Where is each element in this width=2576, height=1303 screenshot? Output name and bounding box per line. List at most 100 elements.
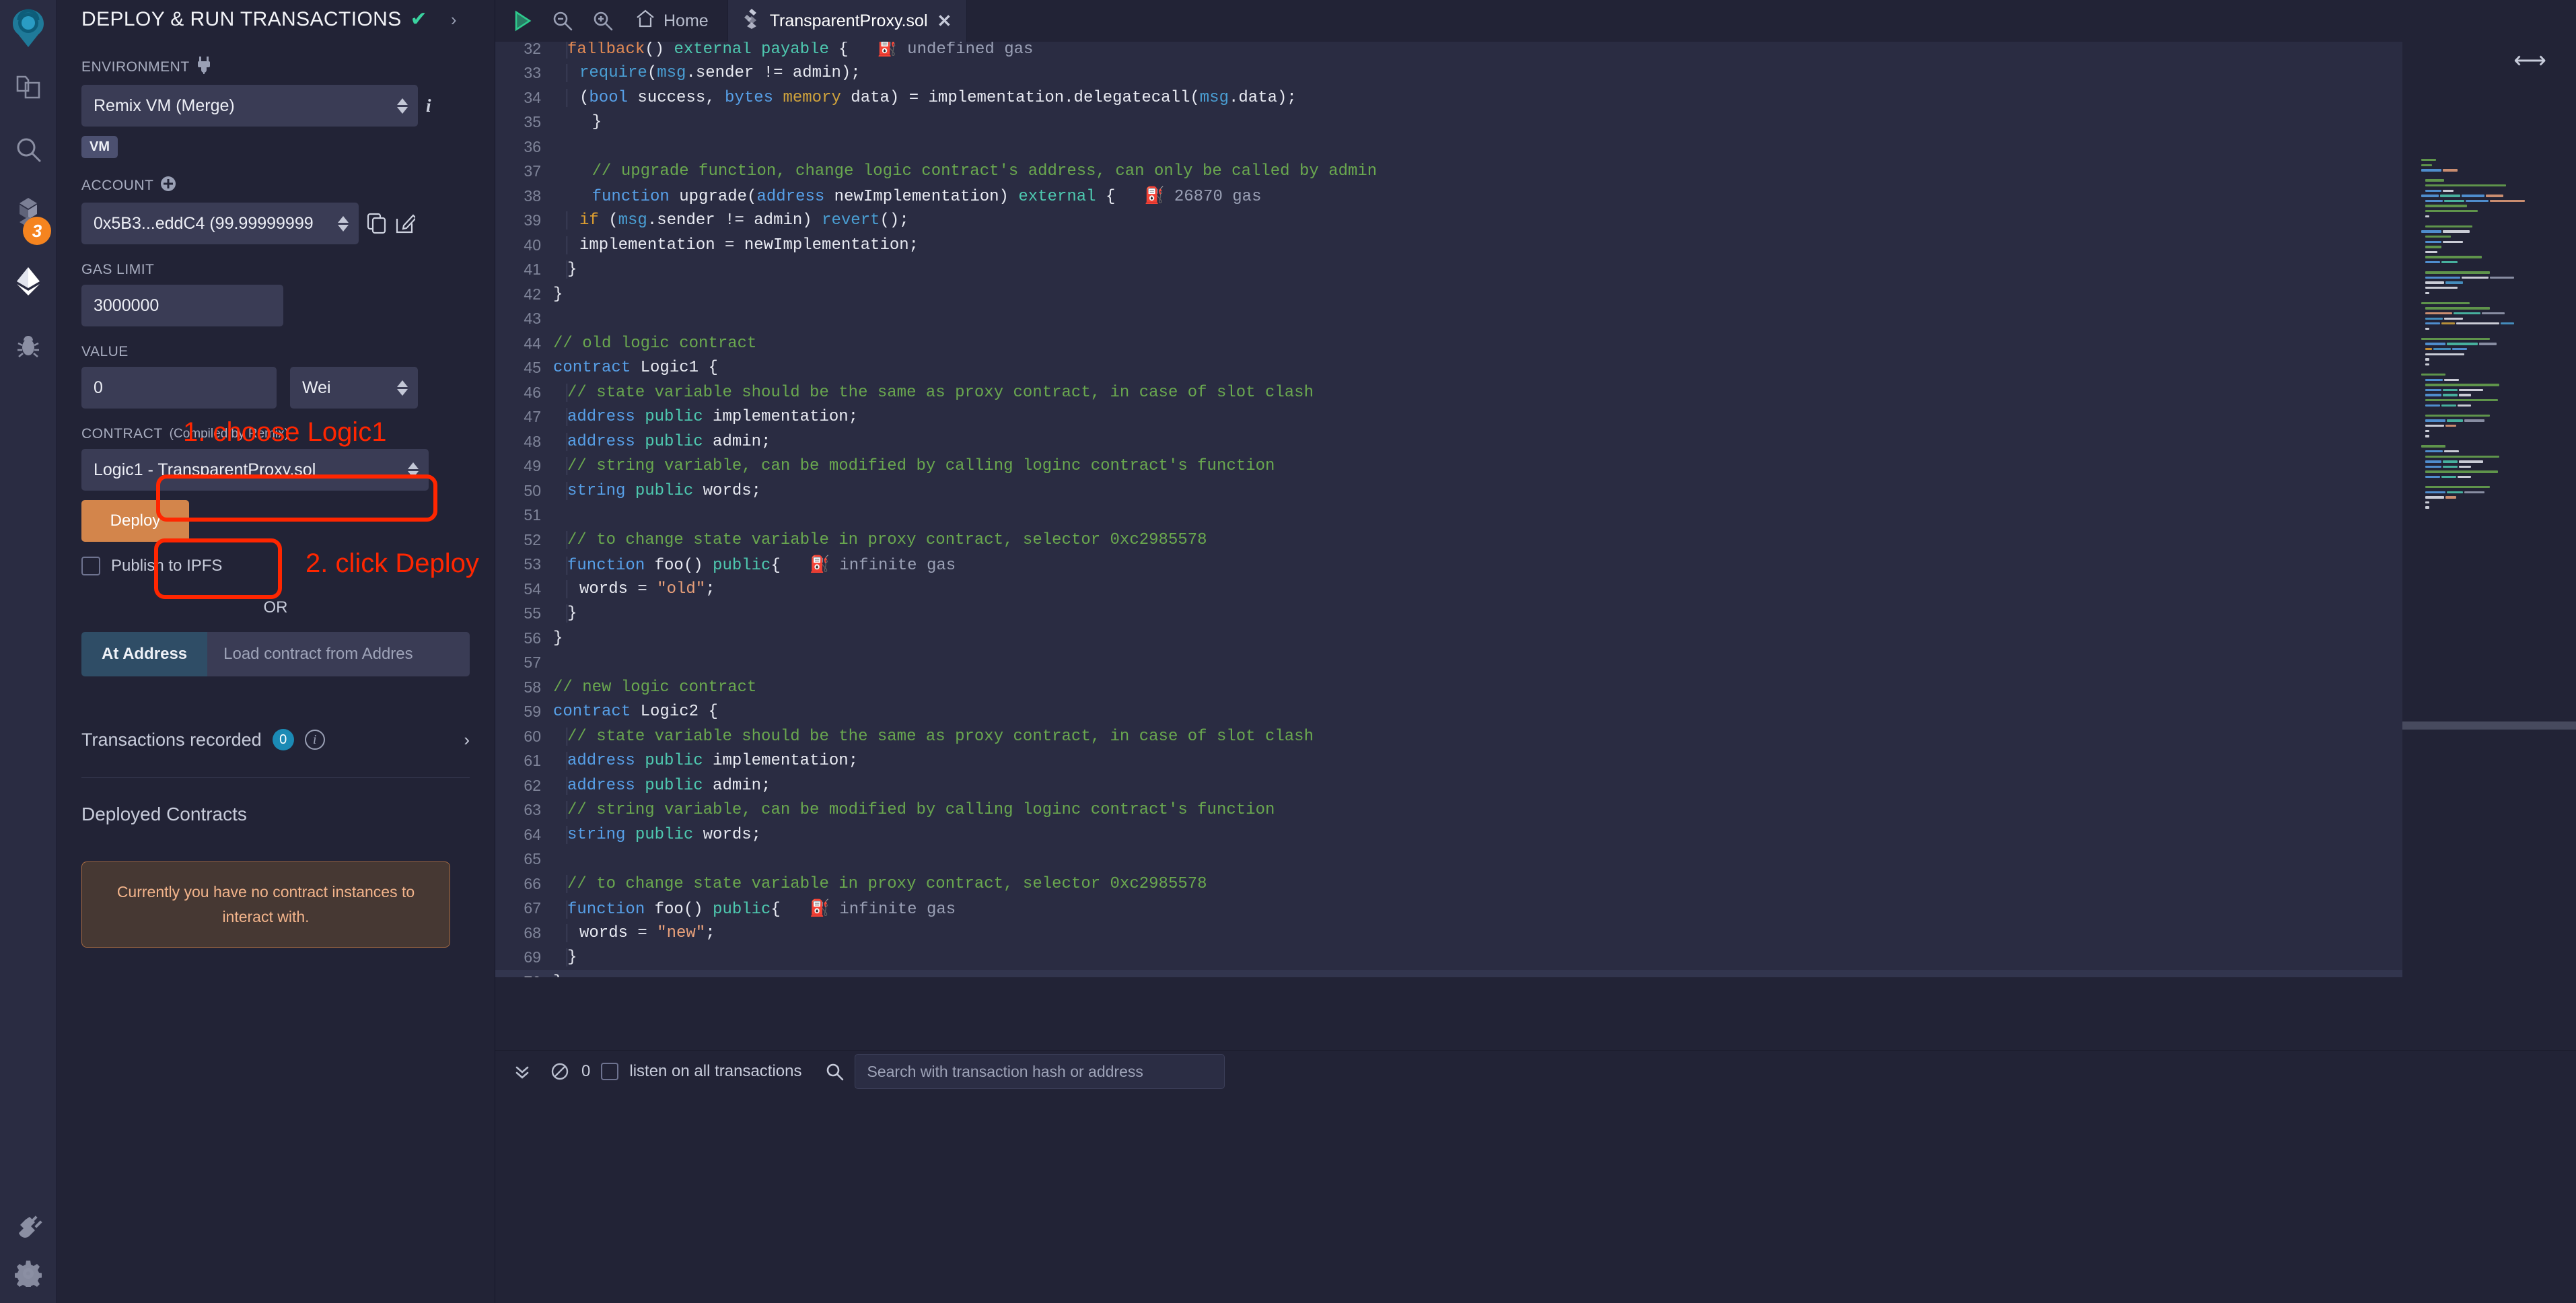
add-account-icon[interactable] bbox=[160, 176, 176, 196]
code-line[interactable]: 63 // string variable, can be modified by… bbox=[495, 798, 2410, 823]
code-line-text: } bbox=[567, 604, 577, 623]
code-line[interactable]: 62 address public admin; bbox=[495, 773, 2410, 798]
code-line[interactable]: 67 function foo() public{ ⛽ infinite gas bbox=[495, 896, 2410, 921]
value-unit-select[interactable]: Wei bbox=[290, 367, 418, 409]
transactions-recorded-row[interactable]: Transactions recorded 0 i › bbox=[81, 729, 470, 750]
code-line[interactable]: 52 // to change state variable in proxy c… bbox=[495, 528, 2410, 553]
code-line[interactable]: 34 (bool success, bytes memory data) = im… bbox=[495, 85, 2410, 110]
info-icon[interactable]: i bbox=[304, 730, 325, 750]
at-address-row: At Address Load contract from Addres bbox=[81, 632, 470, 676]
home-tab[interactable]: Home bbox=[623, 9, 721, 34]
code-line[interactable]: 48 address public admin; bbox=[495, 429, 2410, 454]
at-address-input[interactable]: Load contract from Addres bbox=[207, 632, 470, 676]
listen-all-transactions-checkbox[interactable] bbox=[601, 1063, 619, 1080]
code-line[interactable]: 50 string public words; bbox=[495, 479, 2410, 503]
minimap-line bbox=[2421, 244, 2564, 250]
code-line[interactable]: 35 } bbox=[495, 110, 2410, 135]
copy-account-icon[interactable] bbox=[367, 213, 387, 234]
code-line[interactable]: 51 bbox=[495, 503, 2410, 528]
line-number: 33 bbox=[524, 64, 541, 82]
code-line[interactable]: 55} bbox=[495, 602, 2410, 627]
close-icon[interactable]: ✕ bbox=[937, 11, 952, 32]
chevron-updown-icon bbox=[396, 95, 408, 116]
minimap-viewport[interactable] bbox=[2402, 721, 2576, 730]
code-line[interactable]: 39 if (msg.sender != admin) revert(); bbox=[495, 209, 2410, 234]
transaction-search-input[interactable]: Search with transaction hash or address bbox=[854, 1054, 1225, 1089]
code-line[interactable]: 32 fallback() external payable { ⛽ undefi… bbox=[495, 42, 2410, 61]
code-line[interactable]: 54 words = "old"; bbox=[495, 577, 2410, 602]
code-line[interactable]: 58 // new logic contract bbox=[495, 675, 2410, 700]
code-line[interactable]: 59 contract Logic2 { bbox=[495, 700, 2410, 725]
code-line[interactable]: 61 address public implementation; bbox=[495, 749, 2410, 774]
line-number: 69 bbox=[524, 948, 541, 966]
code-line[interactable]: 66 // to change state variable in proxy c… bbox=[495, 872, 2410, 896]
plugin-manager-icon[interactable] bbox=[0, 1208, 57, 1248]
code-line[interactable]: 37 // upgrade function, change logic con… bbox=[495, 160, 2410, 184]
code-line[interactable]: 46 // state variable should be the same a… bbox=[495, 380, 2410, 405]
code-line[interactable]: 42} bbox=[495, 282, 2410, 307]
code-line[interactable]: 40 implementation = newImplementation; bbox=[495, 233, 2410, 258]
listen-all-transactions-label: listen on all transactions bbox=[629, 1062, 802, 1080]
code-line[interactable]: 60 // state variable should be the same a… bbox=[495, 724, 2410, 749]
search-icon[interactable] bbox=[825, 1062, 844, 1081]
code-line[interactable]: 33 require(msg.sender != admin); bbox=[495, 61, 2410, 86]
settings-gear-icon[interactable] bbox=[0, 1253, 57, 1294]
environment-info-icon[interactable]: i bbox=[426, 96, 431, 116]
minimap-line bbox=[2421, 454, 2564, 459]
environment-select[interactable]: Remix VM (Merge) bbox=[81, 85, 418, 127]
collapse-all-icon[interactable] bbox=[503, 1051, 541, 1092]
code-line[interactable]: 68 words = "new"; bbox=[495, 921, 2410, 946]
minimap-lines bbox=[2421, 157, 2564, 510]
code-line[interactable]: 70} bbox=[495, 970, 2410, 977]
run-script-icon[interactable] bbox=[502, 0, 542, 42]
minimap-line bbox=[2421, 301, 2564, 306]
editor-minimap[interactable]: ⟷ bbox=[2402, 42, 2576, 977]
account-select[interactable]: 0x5B3...eddC4 (99.99999999 bbox=[81, 203, 359, 244]
at-address-button[interactable]: At Address bbox=[81, 632, 208, 676]
gas-limit-label: GAS LIMIT bbox=[81, 262, 155, 277]
code-line[interactable]: 36 bbox=[495, 135, 2410, 160]
code-line[interactable]: 44 // old logic contract bbox=[495, 331, 2410, 356]
code-line[interactable]: 47 address public implementation; bbox=[495, 405, 2410, 430]
code-line[interactable]: 43 bbox=[495, 307, 2410, 332]
edit-account-icon[interactable] bbox=[395, 213, 415, 234]
code-line[interactable]: 49 // string variable, can be modified by… bbox=[495, 454, 2410, 479]
tab-transparentproxy-sol[interactable]: TransparentProxy.sol ✕ bbox=[727, 0, 968, 42]
sidebar-item-deploy-run[interactable] bbox=[0, 261, 57, 302]
environment-row: Remix VM (Merge) i bbox=[81, 85, 470, 127]
code-line[interactable]: 64 string public words; bbox=[495, 822, 2410, 847]
minimap-line bbox=[2421, 193, 2564, 199]
zoom-in-icon[interactable] bbox=[583, 0, 623, 42]
code-line[interactable]: 57 bbox=[495, 651, 2410, 676]
line-number: 57 bbox=[524, 654, 541, 672]
clear-console-icon[interactable] bbox=[541, 1051, 579, 1092]
no-contracts-message: Currently you have no contract instances… bbox=[81, 861, 450, 948]
gas-limit-input[interactable]: 3000000 bbox=[81, 285, 283, 326]
debugger-icon[interactable] bbox=[0, 326, 57, 366]
zoom-out-icon[interactable] bbox=[542, 0, 583, 42]
publish-ipfs-checkbox[interactable] bbox=[81, 557, 100, 575]
contract-row: Logic1 - TransparentProxy.sol bbox=[81, 449, 470, 491]
line-number: 56 bbox=[524, 629, 541, 647]
code-line[interactable]: 65 bbox=[495, 847, 2410, 872]
code-line[interactable]: 41} bbox=[495, 258, 2410, 283]
remix-logo-icon[interactable] bbox=[4, 4, 52, 52]
line-number: 32 bbox=[524, 42, 541, 57]
file-explorer-icon[interactable] bbox=[0, 67, 57, 108]
code-line[interactable]: 53 function foo() public{ ⛽ infinite gas bbox=[495, 553, 2410, 577]
deploy-button[interactable]: Deploy bbox=[81, 500, 189, 542]
transactions-expand-chevron-icon[interactable]: › bbox=[464, 730, 470, 750]
annotation-step-1: 1. choose Logic1 bbox=[183, 417, 387, 447]
code-line[interactable]: 56} bbox=[495, 626, 2410, 651]
code-line[interactable]: 69} bbox=[495, 946, 2410, 971]
value-amount-input[interactable]: 0 bbox=[81, 367, 277, 409]
line-number: 42 bbox=[524, 285, 541, 303]
code-editor[interactable]: 32 fallback() external payable { ⛽ undefi… bbox=[495, 42, 2410, 977]
minimap-line bbox=[2421, 337, 2564, 342]
panel-expand-chevron-icon[interactable]: › bbox=[451, 9, 457, 30]
code-line[interactable]: 45 contract Logic1 { bbox=[495, 356, 2410, 381]
resize-handle-icon[interactable]: ⟷ bbox=[2513, 47, 2546, 74]
code-line[interactable]: 38 function upgrade(address newImplement… bbox=[495, 184, 2410, 209]
contract-select[interactable]: Logic1 - TransparentProxy.sol bbox=[81, 449, 429, 491]
search-icon[interactable] bbox=[0, 129, 57, 170]
